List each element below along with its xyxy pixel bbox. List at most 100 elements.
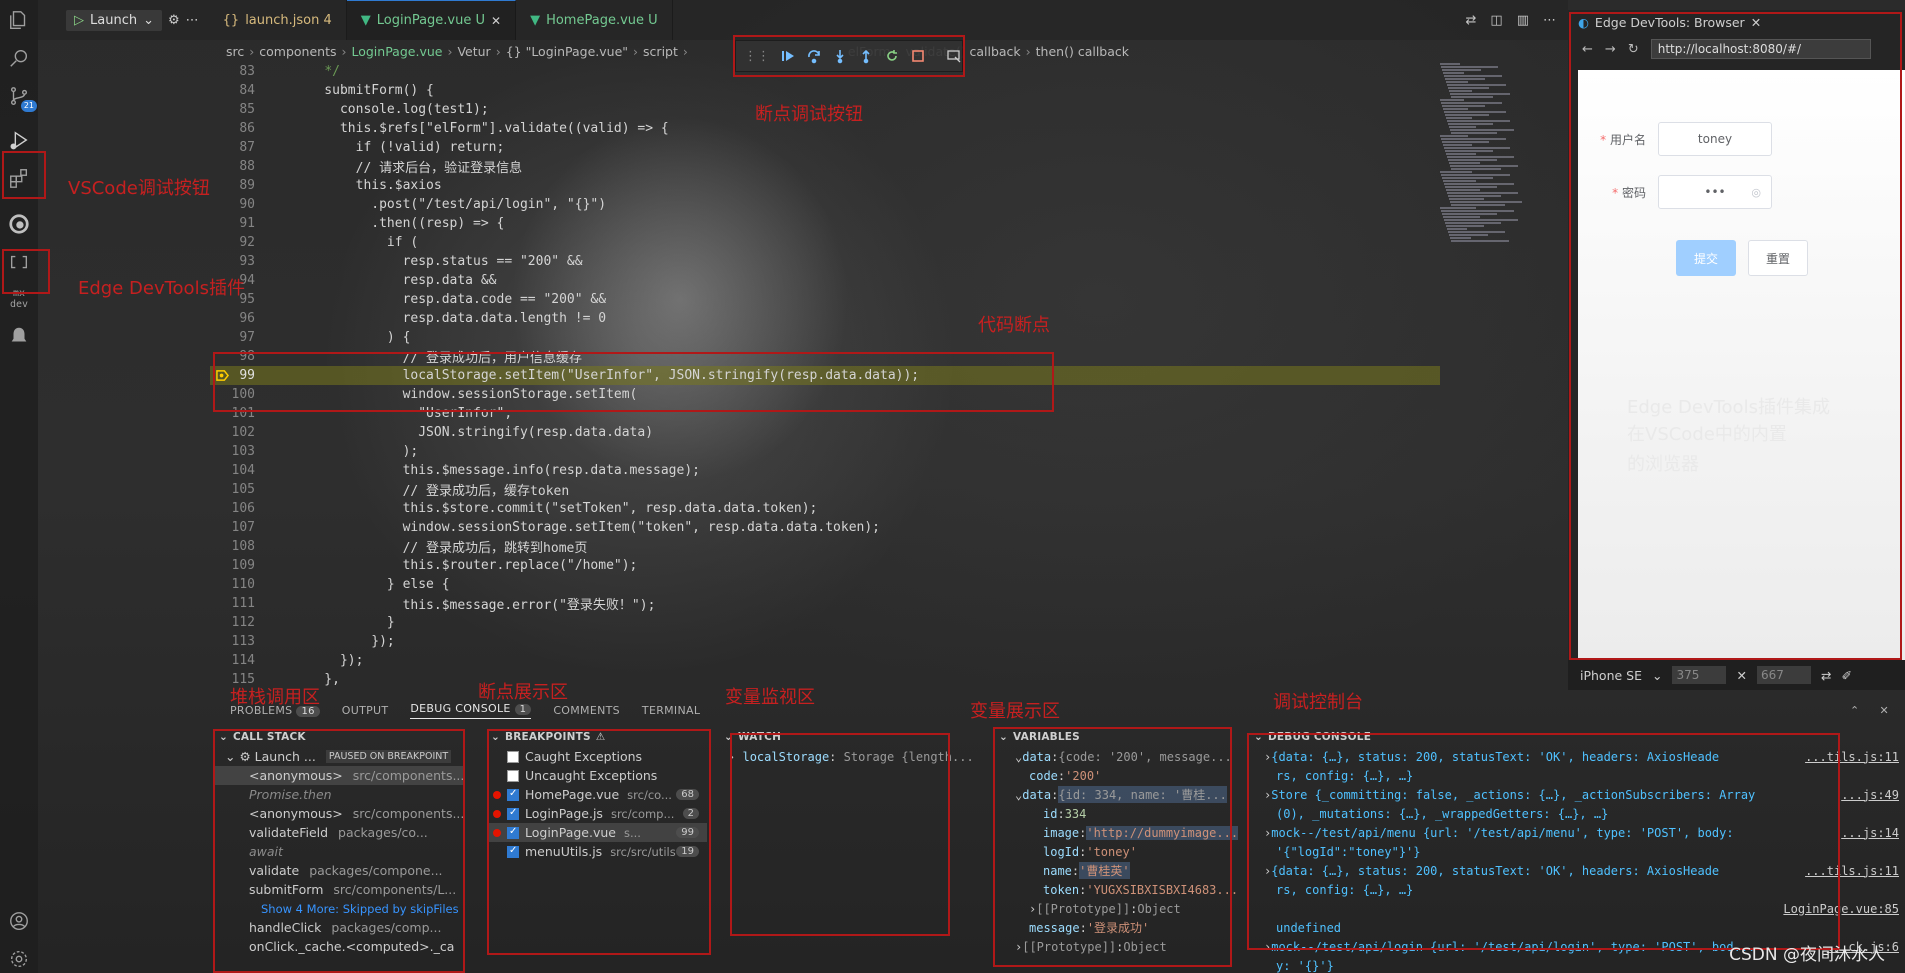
console-text: y: '{}'}	[1276, 958, 1334, 973]
chevron-down-icon: ⌄	[143, 12, 154, 28]
code-line[interactable]: 109 this.$router.replace("/home");	[210, 556, 1440, 575]
annotation-variables: 变量展示区	[970, 701, 1060, 722]
launch-config-select[interactable]: ▷ Launch ⌄	[66, 9, 162, 31]
account-icon[interactable]	[7, 909, 31, 933]
explorer-icon[interactable]	[7, 8, 31, 32]
minimap-line	[1446, 81, 1468, 83]
open-preview-icon[interactable]: ◫	[1490, 13, 1502, 28]
gear-icon[interactable]: ⚙	[168, 13, 180, 28]
code-line[interactable]: 107 window.sessionStorage.setItem("token…	[210, 518, 1440, 537]
minimap-line	[1450, 129, 1514, 131]
minimap-line	[1442, 177, 1493, 179]
line-code: } else {	[293, 577, 450, 592]
code-line[interactable]: 87 if (!valid) return;	[210, 138, 1440, 157]
minimap-line	[1451, 96, 1493, 98]
minimap-line	[1445, 114, 1489, 116]
search-icon[interactable]	[7, 46, 31, 70]
tab-launch-json[interactable]: {} launch.json 4	[209, 0, 347, 40]
code-line[interactable]: 92 if (	[210, 233, 1440, 252]
code-line[interactable]: 89 this.$axios	[210, 176, 1440, 195]
breadcrumb-item[interactable]: LoginPage.vue	[351, 44, 442, 59]
close-icon[interactable]: ✕	[491, 14, 501, 28]
code-line[interactable]: 90 .post("/test/api/login", "{}")	[210, 195, 1440, 214]
minimap[interactable]	[1440, 62, 1522, 312]
breadcrumb-item[interactable]: script	[643, 44, 678, 59]
code-line[interactable]: 88 // 请求后台，验证登录信息	[210, 157, 1440, 176]
minimap-line	[1448, 231, 1505, 233]
device-select[interactable]: iPhone SE	[1580, 668, 1642, 683]
code-line[interactable]: 94 resp.data &&	[210, 271, 1440, 290]
code-line[interactable]: 108 // 登录成功后，跳转到home页	[210, 537, 1440, 556]
code-line[interactable]: 112 }	[210, 613, 1440, 632]
times-icon: ✕	[1736, 667, 1747, 683]
code-line[interactable]: 113 });	[210, 632, 1440, 651]
edge-devtools-icon[interactable]	[7, 212, 31, 236]
annotation-browser-3: 的浏览器	[1627, 454, 1699, 475]
breadcrumb-item[interactable]: src	[226, 44, 244, 59]
line-number: 84	[239, 83, 255, 98]
close-panel-icon[interactable]: ✕	[1879, 704, 1889, 717]
minimap-line	[1440, 171, 1472, 173]
maximize-panel-icon[interactable]: ⌃	[1850, 704, 1860, 717]
minimap-line	[1447, 84, 1506, 86]
minimap-line	[1448, 159, 1497, 161]
line-number: 106	[231, 501, 255, 516]
code-line[interactable]: 110 } else {	[210, 575, 1440, 594]
code-line[interactable]: 95 resp.data.code == "200" &&	[210, 290, 1440, 309]
touch-icon[interactable]: ✐	[1841, 668, 1851, 683]
more-icon[interactable]: ⋯	[186, 13, 199, 28]
settings-gear-icon[interactable]	[7, 947, 31, 971]
tab-debug-console[interactable]: DEBUG CONSOLE 1	[410, 702, 532, 719]
code-line[interactable]: 104 this.$message.info(resp.data.message…	[210, 461, 1440, 480]
code-line[interactable]: 91 .then((resp) => {	[210, 214, 1440, 233]
rotate-icon[interactable]: ⇄	[1821, 668, 1831, 683]
breadcrumb-item[interactable]: {} "LoginPage.vue"	[506, 44, 628, 59]
line-number: 89	[239, 178, 255, 193]
width-input[interactable]: 375	[1672, 666, 1727, 684]
line-code: JSON.stringify(resp.data.data)	[293, 425, 654, 440]
code-line[interactable]: 96 resp.data.data.length != 0	[210, 309, 1440, 328]
minimap-line	[1448, 195, 1501, 197]
code-line[interactable]: 102 JSON.stringify(resp.data.data)	[210, 423, 1440, 442]
code-line[interactable]: 84 submitForm() {	[210, 81, 1440, 100]
tab-loginpage-vue[interactable]: ▼ LoginPage.vue U ✕	[346, 0, 517, 40]
code-line[interactable]: 93 resp.status == "200" &&	[210, 252, 1440, 271]
split-editor-icon[interactable]: ▥	[1517, 13, 1529, 28]
line-code: );	[293, 444, 419, 459]
code-line[interactable]: 103 );	[210, 442, 1440, 461]
minimap-line	[1450, 201, 1522, 203]
source-control-icon[interactable]: 21	[7, 84, 37, 112]
code-line[interactable]: 105 // 登录成功后，缓存token	[210, 480, 1440, 499]
tab-output[interactable]: OUTPUT	[342, 704, 389, 717]
tab-homepage-vue[interactable]: ▼ HomePage.vue U	[516, 0, 673, 40]
console-source-link[interactable]: ...js:14	[1841, 826, 1899, 840]
bell-icon[interactable]	[7, 324, 31, 348]
line-code: if (!valid) return;	[293, 140, 505, 155]
code-line[interactable]: 114 });	[210, 651, 1440, 670]
minimap-line	[1449, 162, 1480, 164]
tab-terminal[interactable]: TERMINAL	[642, 704, 700, 717]
minimap-line	[1445, 78, 1485, 80]
line-number: 91	[239, 216, 255, 231]
code-line[interactable]: 111 this.$message.error("登录失败！");	[210, 594, 1440, 613]
more-actions-icon[interactable]: ⋯	[1543, 13, 1556, 28]
code-line[interactable]: 115 },	[210, 670, 1440, 689]
compare-icon[interactable]: ⇄	[1466, 13, 1477, 28]
code-line[interactable]: 97 ) {	[210, 328, 1440, 347]
minimap-line	[1450, 165, 1518, 167]
height-input[interactable]: 667	[1756, 666, 1811, 684]
tab-label: HomePage.vue U	[546, 12, 658, 28]
run-debug-icon[interactable]	[7, 128, 31, 152]
line-number: 107	[231, 520, 255, 535]
minimap-line	[1444, 75, 1502, 77]
line-number: 97	[239, 330, 255, 345]
line-number: 88	[239, 159, 255, 174]
breadcrumb-item[interactable]: then() callback	[1036, 44, 1129, 59]
console-source-link[interactable]: ...js:49	[1841, 788, 1899, 802]
code-line[interactable]: 106 this.$store.commit("setToken", resp.…	[210, 499, 1440, 518]
breadcrumb-item[interactable]: Vetur	[457, 44, 490, 59]
breadcrumb-item[interactable]: components	[259, 44, 336, 59]
tab-comments[interactable]: COMMENTS	[553, 704, 620, 717]
minimap-line	[1444, 219, 1518, 221]
line-code: .post("/test/api/login", "{}")	[293, 197, 607, 212]
